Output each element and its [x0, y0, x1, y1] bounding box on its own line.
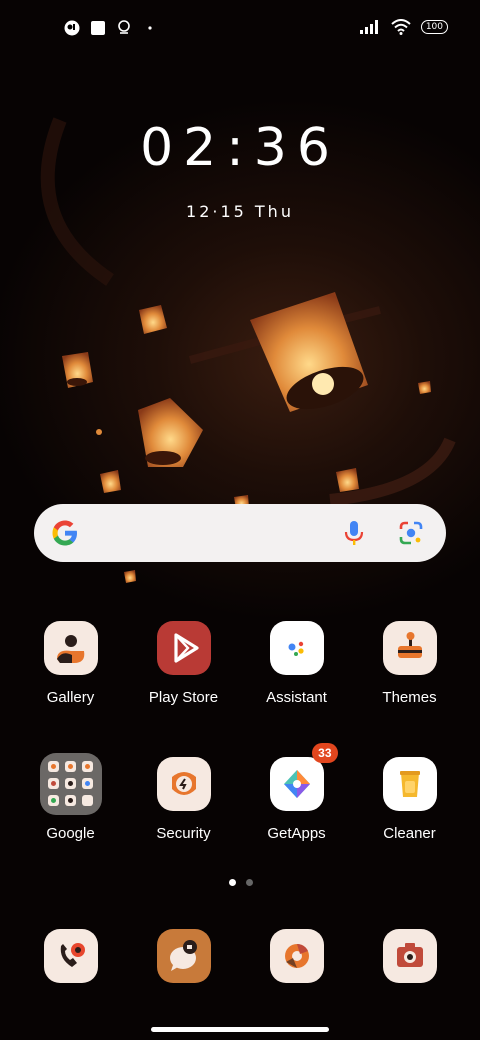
app-notification-icon — [64, 20, 80, 36]
battery-indicator: 100 — [420, 20, 448, 34]
dock-browser[interactable] — [240, 929, 353, 983]
signal-icon — [359, 20, 378, 34]
lens-camera-icon[interactable] — [398, 520, 424, 546]
gallery-icon — [43, 621, 98, 675]
dock-phone[interactable] — [14, 929, 127, 983]
page-dot-active — [229, 879, 236, 886]
google-search-bar[interactable] — [34, 504, 446, 562]
app-label: Themes — [382, 689, 437, 706]
dot-icon — [148, 26, 152, 30]
square-notification-icon — [91, 21, 105, 35]
camera-icon — [382, 929, 437, 983]
play-store-icon — [156, 621, 211, 675]
clock[interactable]: 02:36 — [0, 118, 480, 178]
app-themes[interactable]: Themes — [353, 621, 466, 706]
app-label: Google — [46, 825, 95, 842]
assistant-icon — [269, 621, 324, 675]
microphone-icon[interactable] — [342, 520, 366, 546]
browser-icon — [269, 929, 324, 983]
app-security[interactable]: Security — [127, 757, 240, 842]
app-cleaner[interactable]: Cleaner — [353, 757, 466, 842]
messaging-icon — [156, 929, 211, 983]
dock-messaging[interactable] — [127, 929, 240, 983]
phone-icon — [43, 929, 98, 983]
themes-icon — [382, 621, 437, 675]
app-play-store[interactable]: Play Store — [127, 621, 240, 706]
getapps-icon: 33 — [269, 743, 338, 811]
app-label: Assistant — [266, 689, 327, 706]
page-dot — [246, 879, 253, 886]
app-label: Security — [156, 825, 211, 842]
wifi-icon — [391, 19, 411, 35]
google-folder-icon — [39, 753, 102, 815]
google-g-icon — [52, 520, 77, 546]
app-assistant[interactable]: Assistant — [240, 621, 353, 706]
app-google-folder[interactable]: Google — [14, 753, 127, 842]
app-gallery[interactable]: Gallery — [14, 621, 127, 706]
security-icon — [156, 757, 211, 811]
status-bar: 100 — [0, 0, 480, 56]
lantern-mid — [138, 398, 203, 467]
notification-badge: 33 — [312, 743, 338, 763]
cleaner-icon — [382, 757, 437, 811]
app-label: Gallery — [46, 689, 95, 706]
app-getapps[interactable]: 33 GetApps — [240, 743, 353, 842]
app-label: Play Store — [148, 689, 219, 706]
date[interactable]: 12·15 Thu — [0, 202, 480, 221]
app-label: Cleaner — [383, 825, 436, 842]
home-indicator[interactable] — [151, 1027, 329, 1032]
lantern-large — [250, 292, 368, 412]
location-icon — [118, 20, 130, 34]
dock-camera[interactable] — [353, 929, 466, 983]
app-label: GetApps — [267, 825, 326, 842]
page-indicator — [229, 879, 253, 886]
